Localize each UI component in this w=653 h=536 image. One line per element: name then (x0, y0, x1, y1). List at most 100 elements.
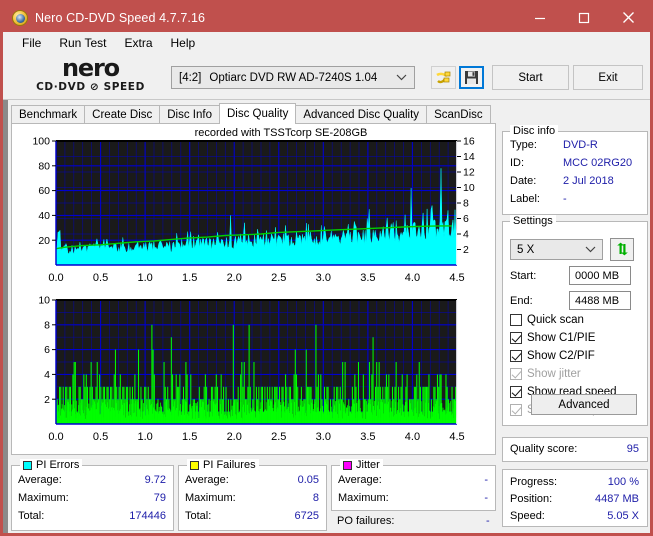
quality-score-label: Quality score: (510, 443, 578, 455)
pi-errors-total-label: Total: (18, 510, 45, 522)
close-button[interactable] (606, 3, 650, 32)
menu-bar: File Run Test Extra Help (3, 32, 650, 54)
pi-failures-stats: PI Failures Average: 0.05 Maximum: 8 Tot… (178, 459, 327, 531)
checkbox-show-c1-pie[interactable]: Show C1/PIE (510, 332, 595, 344)
end-input[interactable]: 4488 MB (569, 291, 631, 310)
refresh-button[interactable] (610, 238, 634, 261)
quality-score-value: 95 (626, 443, 639, 455)
svg-text:2.5: 2.5 (271, 431, 286, 443)
pi-errors-legend-text: PI Errors (36, 459, 80, 471)
jitter-stats: Jitter Average: - Maximum: - (331, 459, 496, 511)
checkbox-show-jitter: Show jitter (510, 368, 581, 380)
checkbox-quick-scan[interactable]: Quick scan (510, 314, 584, 326)
menu-item-extra[interactable]: Extra (115, 34, 161, 52)
svg-text:10: 10 (38, 295, 50, 307)
plug-cable-icon (436, 71, 451, 84)
disc-quality-panel: recorded with TSSTcorp SE-208GB 20 40 60 80… (11, 123, 496, 455)
chevron-down-icon (585, 244, 596, 256)
svg-text:0.0: 0.0 (48, 272, 63, 284)
pi-errors-stats: PI Errors Average: 9.72 Maximum: 79 Tota… (11, 459, 174, 531)
refresh-arrows-icon (616, 242, 628, 256)
checkbox-box (510, 386, 522, 398)
disc-info-group: Disc info Type: DVD-R ID: MCC 02RG20 Dat… (502, 125, 648, 215)
maximize-button[interactable] (562, 3, 606, 32)
title-bar: Nero CD-DVD Speed 4.7.7.16 (3, 3, 650, 32)
app-window: Nero CD-DVD Speed 4.7.7.16 File Run Test… (0, 0, 653, 536)
pi-failures-average-value: 0.05 (297, 474, 319, 486)
exit-button[interactable]: Exit (573, 65, 643, 90)
nero-logo-word: nero (62, 54, 120, 82)
tab-create-disc[interactable]: Create Disc (84, 105, 161, 124)
settings-legend: Settings (510, 215, 556, 227)
tab-benchmark[interactable]: Benchmark (11, 105, 86, 124)
svg-text:0.5: 0.5 (93, 431, 108, 443)
plug-cable-button[interactable] (431, 66, 456, 89)
svg-text:100: 100 (32, 137, 50, 148)
pi-failures-average-label: Average: (185, 474, 229, 486)
svg-text:4.0: 4.0 (405, 272, 420, 284)
checkbox-show-c2-pif[interactable]: Show C2/PIF (510, 350, 595, 362)
svg-text:0.0: 0.0 (48, 431, 63, 443)
pi-errors-total-value: 174446 (129, 510, 166, 522)
menu-item-run-test[interactable]: Run Test (50, 34, 115, 52)
svg-text:2: 2 (463, 244, 469, 256)
pi-errors-average-label: Average: (18, 474, 62, 486)
start-button[interactable]: Start (492, 65, 569, 90)
tab-disc-info[interactable]: Disc Info (159, 105, 220, 124)
pi-errors-maximum-value: 79 (153, 492, 166, 504)
start-input-value: 0000 MB (575, 269, 620, 282)
svg-text:4: 4 (463, 229, 469, 241)
pi-failures-chart: 2 4 6 8 10 0.0 0.5 1.0 1.5 2.0 2.5 3.0 3.5 4.0 4.5 (38, 295, 464, 443)
checkbox-label: Quick scan (527, 314, 584, 326)
svg-text:20: 20 (38, 235, 50, 247)
start-label: Start: (510, 270, 537, 282)
progress-value: 100 % (607, 476, 639, 488)
svg-text:1.0: 1.0 (137, 272, 152, 284)
svg-text:16: 16 (463, 137, 475, 148)
svg-text:40: 40 (38, 210, 50, 222)
tab-scandisc[interactable]: ScanDisc (426, 105, 491, 124)
menu-item-file[interactable]: File (13, 34, 50, 52)
checkbox-label: Show C2/PIF (527, 350, 595, 362)
nero-logo-subtitle: CD·DVD ⊘ SPEED (36, 81, 145, 93)
disc-type-label: Type: (510, 139, 537, 151)
svg-text:3.5: 3.5 (360, 272, 375, 284)
jitter-legend: Jitter (340, 459, 383, 471)
end-input-value: 4488 MB (575, 294, 620, 307)
jitter-color-swatch (343, 460, 352, 470)
disc-id-label: ID: (510, 157, 525, 169)
floppy-save-icon (465, 71, 478, 84)
speed-value: 5.05 X (607, 510, 639, 522)
svg-text:6: 6 (463, 213, 469, 225)
window-controls (518, 3, 650, 32)
disc-info-legend: Disc info (510, 125, 559, 137)
settings-group: Settings 5 X Start: 0000 MB End: 4488 MB… (502, 215, 648, 426)
speed-select[interactable]: 5 X (510, 239, 603, 260)
svg-text:14: 14 (463, 151, 475, 163)
drive-select[interactable]: [4:2] Optiarc DVD RW AD-7240S 1.04 (171, 66, 415, 89)
checkbox-box (510, 404, 522, 416)
svg-text:60: 60 (38, 185, 50, 197)
tab-advanced-disc-quality[interactable]: Advanced Disc Quality (295, 105, 428, 124)
checkbox-label: Show jitter (527, 368, 581, 380)
checkbox-label: Show C1/PIE (527, 332, 596, 344)
window-title: Nero CD-DVD Speed 4.7.7.16 (35, 10, 206, 25)
pi-failures-legend: PI Failures (187, 459, 259, 471)
menu-item-help[interactable]: Help (162, 34, 205, 52)
disc-id-value: MCC 02RG20 (563, 157, 633, 169)
tab-disc-quality[interactable]: Disc Quality (219, 103, 297, 124)
end-label: End: (510, 295, 533, 307)
advanced-button[interactable]: Advanced (531, 394, 637, 415)
start-input[interactable]: 0000 MB (569, 266, 631, 285)
pi-failures-maximum-label: Maximum: (185, 492, 236, 504)
minimize-button[interactable] (518, 3, 562, 32)
svg-text:4.5: 4.5 (449, 431, 464, 443)
svg-text:3.0: 3.0 (316, 272, 331, 284)
svg-text:1.5: 1.5 (182, 431, 197, 443)
svg-text:8: 8 (44, 319, 50, 331)
save-button[interactable] (459, 66, 484, 89)
pi-failures-total-value: 6725 (294, 510, 319, 522)
pi-errors-chart: 20 40 60 80 100 2 4 6 8 10 12 14 16 0.0 0.5 1.0 1.5 2.0 2.… (32, 137, 475, 284)
pi-failures-total-label: Total: (185, 510, 212, 522)
svg-text:4.5: 4.5 (449, 272, 464, 284)
